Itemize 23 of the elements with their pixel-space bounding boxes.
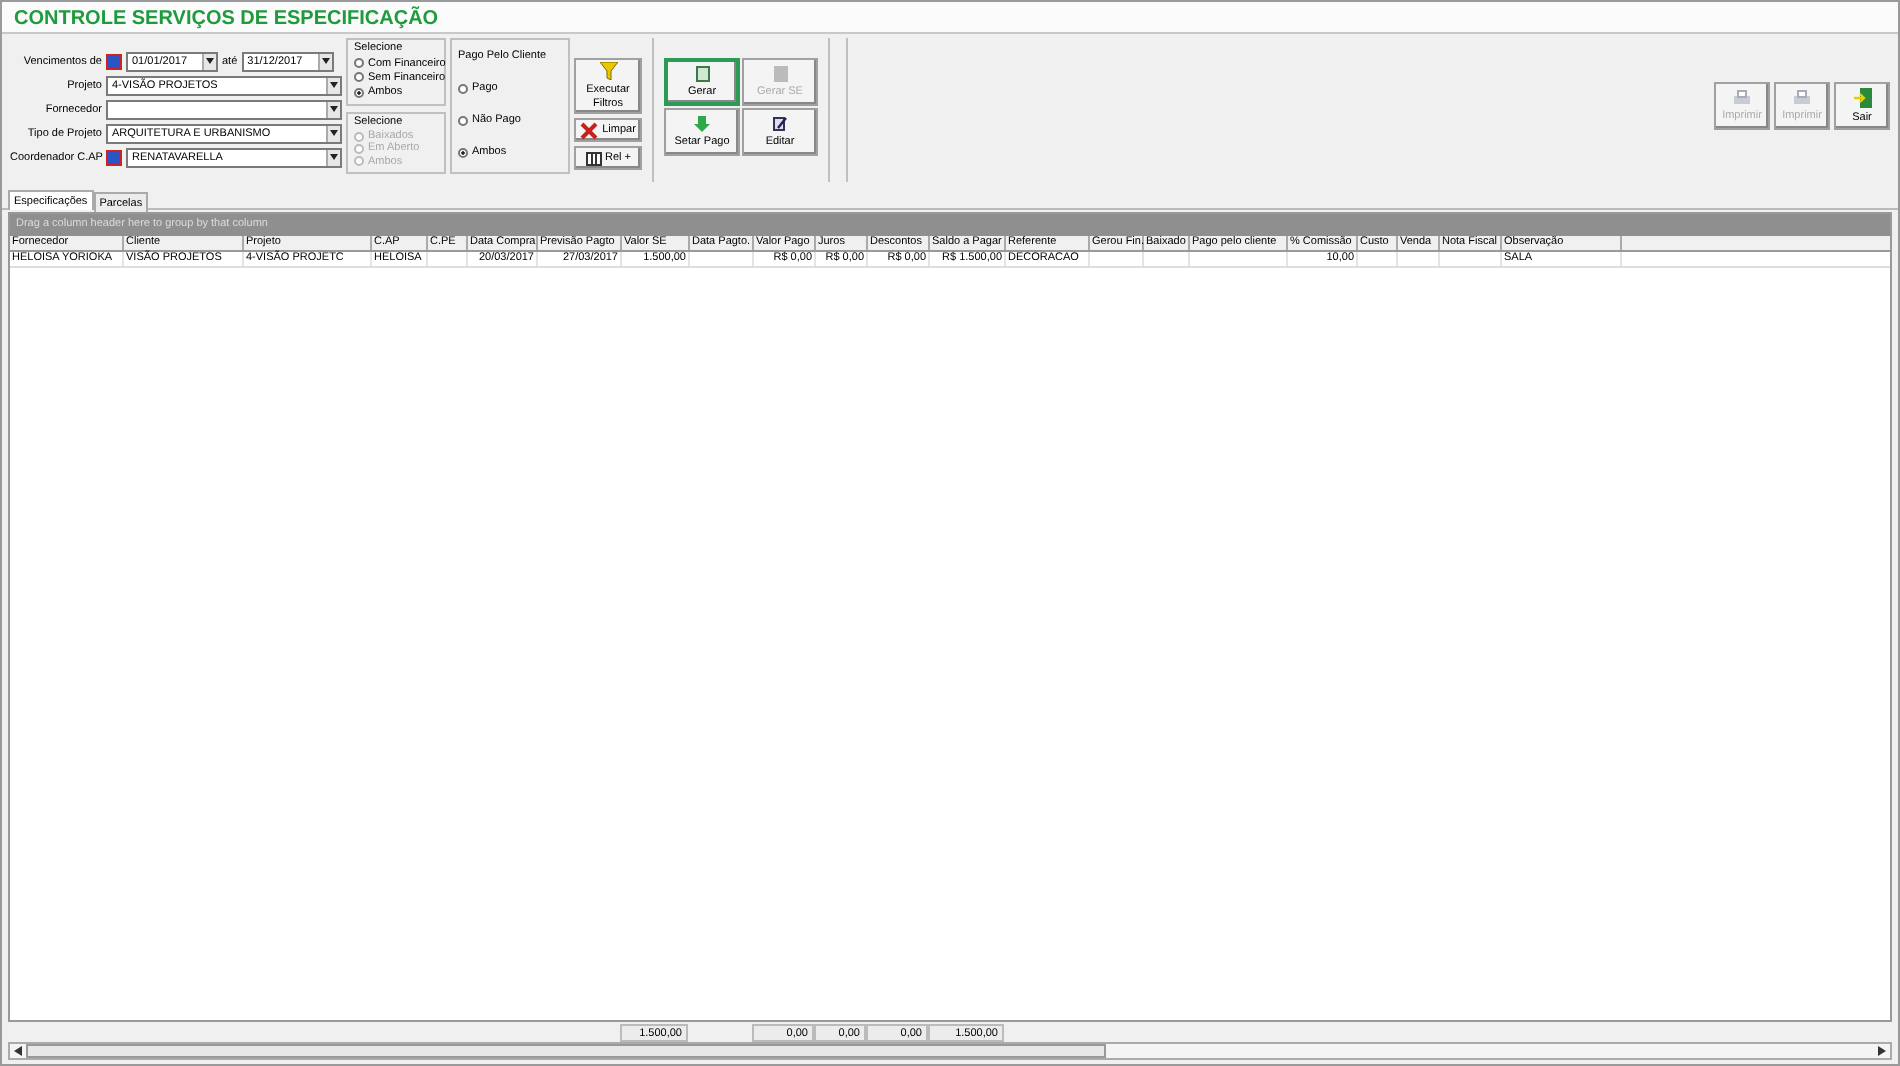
- printer-icon: [1792, 89, 1812, 106]
- dropdown-arrow-icon[interactable]: [202, 53, 216, 69]
- document-icon: [695, 65, 709, 82]
- clear-icon: [580, 121, 599, 139]
- arrow-down-icon: [694, 115, 710, 132]
- edit-icon: [772, 115, 788, 132]
- dropdown-arrow-icon[interactable]: [326, 101, 340, 117]
- dropdown-arrow-icon[interactable]: [326, 77, 340, 93]
- scroll-right-icon[interactable]: [1874, 1044, 1890, 1058]
- funnel-icon: [599, 62, 617, 81]
- dropdown-arrow-icon[interactable]: [317, 53, 332, 69]
- printer-icon: [1732, 89, 1752, 106]
- exit-door-icon: [1853, 87, 1871, 108]
- calendar-icon[interactable]: [106, 53, 122, 69]
- document-icon: [773, 65, 787, 82]
- calendar-icon[interactable]: [106, 149, 122, 165]
- window-title: CONTROLE SERVIÇOS DE ESPECIFICAÇÃO: [2, 2, 1898, 34]
- scroll-left-icon[interactable]: [10, 1044, 26, 1058]
- dropdown-field[interactable]: [106, 99, 342, 119]
- table-icon: [585, 151, 601, 165]
- dropdown-arrow-icon[interactable]: [326, 125, 340, 141]
- dropdown-arrow-icon[interactable]: [326, 149, 340, 165]
- scrollbar-thumb[interactable]: [26, 1044, 1106, 1058]
